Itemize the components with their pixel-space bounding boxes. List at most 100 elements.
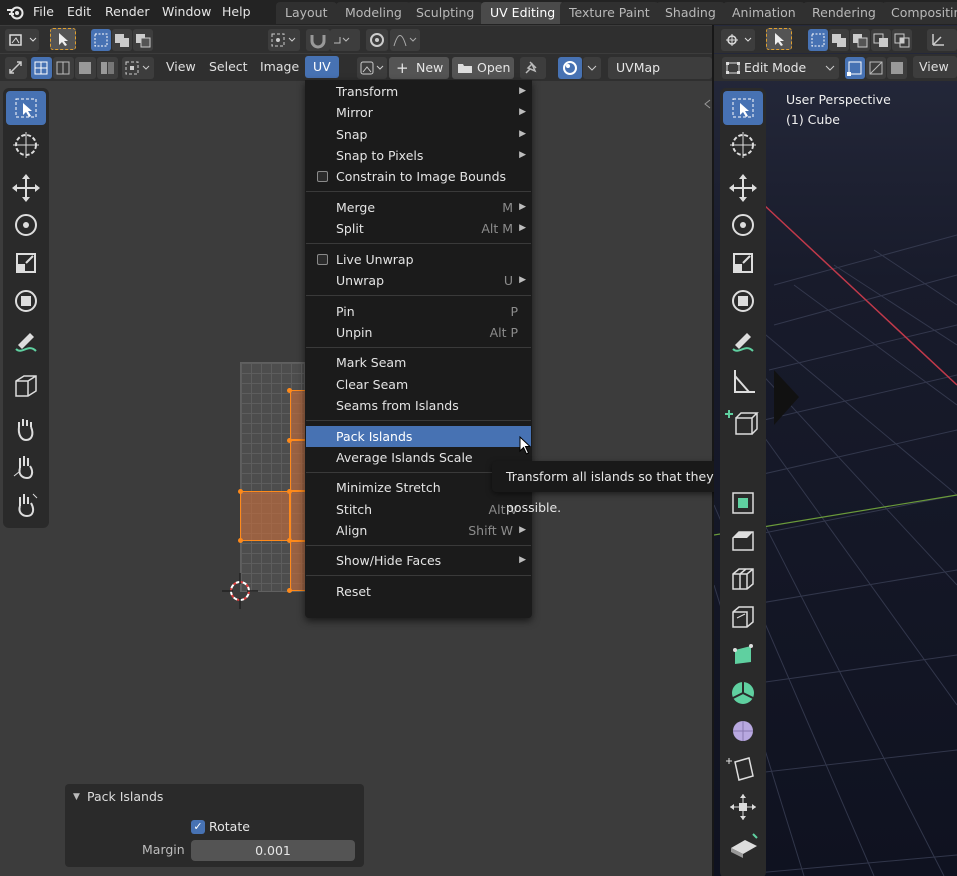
blender-logo-icon[interactable] <box>6 4 24 21</box>
loop-cut-icon[interactable] <box>723 562 763 596</box>
menu-item-pack-islands[interactable]: Pack Islands <box>306 426 531 447</box>
menu-uv[interactable]: UV <box>305 56 339 78</box>
rotate-tool-icon[interactable] <box>6 208 46 242</box>
spin-icon[interactable] <box>723 676 763 710</box>
inset-faces-icon[interactable] <box>723 486 763 520</box>
transform-tool-icon[interactable] <box>6 284 46 318</box>
rip-region-tool-icon[interactable] <box>6 369 46 403</box>
snap-target-icon[interactable] <box>330 29 360 51</box>
2d-cursor-icon[interactable] <box>220 571 260 611</box>
mode-dropdown[interactable]: Edit Mode <box>722 57 839 79</box>
margin-field[interactable]: 0.001 <box>191 840 355 861</box>
viewport-select-extend-icon[interactable] <box>829 29 849 51</box>
uv-vertex[interactable] <box>287 489 292 494</box>
overlays-icon[interactable] <box>558 57 582 79</box>
add-cube-icon[interactable] <box>723 406 763 440</box>
uv-island-select-icon[interactable] <box>97 57 118 79</box>
sidebar-toggle-icon[interactable] <box>702 98 712 110</box>
tab-layout[interactable]: Layout <box>276 2 337 24</box>
viewport-move-icon[interactable] <box>723 171 763 205</box>
uv-vertex-select-icon[interactable] <box>31 57 52 79</box>
uv-face[interactable] <box>290 390 305 440</box>
viewport-menu-view[interactable]: View <box>913 56 957 78</box>
select-mode-subtract-icon[interactable] <box>133 29 153 51</box>
tab-uv-editing[interactable]: UV Editing <box>481 2 565 24</box>
rip-region-3d-icon[interactable] <box>723 828 763 862</box>
panel-header[interactable]: ▼ Pack Islands <box>65 784 364 810</box>
open-image-button[interactable]: Open <box>452 57 514 79</box>
measure-icon[interactable] <box>723 364 763 398</box>
rotate-checkbox[interactable]: ✓ Rotate <box>191 818 341 836</box>
menu-item-seams-from-islands[interactable]: Seams from Islands <box>306 395 531 416</box>
checkbox-icon[interactable] <box>317 254 328 265</box>
viewport-annotate-icon[interactable] <box>723 327 763 361</box>
uv-face[interactable] <box>290 491 305 541</box>
scale-tool-icon[interactable] <box>6 246 46 280</box>
menu-help[interactable]: Help <box>222 0 251 25</box>
smooth-icon[interactable] <box>723 714 763 748</box>
uv-vertex[interactable] <box>287 438 292 443</box>
image-browse-icon[interactable] <box>357 57 387 79</box>
tab-texture-paint[interactable]: Texture Paint <box>560 2 659 24</box>
menu-item-align[interactable]: Align Shift W ▶ <box>306 520 531 541</box>
pinch-tool-icon[interactable] <box>6 488 46 522</box>
uv-vertex[interactable] <box>287 388 292 393</box>
viewport-select-subtract-icon[interactable] <box>850 29 870 51</box>
uv-edge-select-icon[interactable] <box>53 57 74 79</box>
face-select-mode-icon[interactable] <box>887 57 907 79</box>
menu-item-live-unwrap[interactable]: Live Unwrap <box>306 249 531 270</box>
knife-icon[interactable] <box>723 600 763 634</box>
vertex-select-mode-icon[interactable] <box>845 57 865 79</box>
uv-face[interactable] <box>290 541 305 591</box>
viewport-transform-icon[interactable] <box>723 284 763 318</box>
relax-tool-icon[interactable] <box>6 450 46 484</box>
viewport-cursor-icon[interactable] <box>723 128 763 162</box>
tab-sculpting[interactable]: Sculpting <box>407 2 484 24</box>
menu-window[interactable]: Window <box>162 0 211 25</box>
menu-item-reset[interactable]: Reset <box>306 581 531 602</box>
uv-vertex[interactable] <box>287 538 292 543</box>
menu-item-merge[interactable]: Merge M ▶ <box>306 197 531 218</box>
menu-view[interactable]: View <box>161 56 201 78</box>
viewport-scale-icon[interactable] <box>723 246 763 280</box>
tab-shading[interactable]: Shading <box>656 2 725 24</box>
tab-rendering[interactable]: Rendering <box>803 2 885 24</box>
menu-item-unpin[interactable]: Unpin Alt P <box>306 322 531 343</box>
tab-modeling[interactable]: Modeling <box>336 2 411 24</box>
menu-item-show-hide-faces[interactable]: Show/Hide Faces ▶ <box>306 550 531 571</box>
tab-compositing[interactable]: Compositin <box>882 2 957 24</box>
snap-magnet-icon[interactable] <box>306 29 330 51</box>
menu-item-snap-to-pixels[interactable]: Snap to Pixels ▶ <box>306 145 531 166</box>
bevel-icon[interactable] <box>723 524 763 558</box>
pivot-point-icon[interactable] <box>268 29 300 51</box>
menu-item-constrain-to-image-bounds[interactable]: Constrain to Image Bounds <box>306 166 531 187</box>
poly-build-icon[interactable] <box>723 638 763 672</box>
viewport-select-difference-icon[interactable] <box>871 29 891 51</box>
viewport-select-box-icon[interactable] <box>723 91 763 125</box>
menu-item-clear-seam[interactable]: Clear Seam <box>306 374 531 395</box>
tab-animation[interactable]: Animation <box>723 2 805 24</box>
menu-item-split[interactable]: Split Alt M ▶ <box>306 218 531 239</box>
cursor-tool-icon[interactable] <box>6 128 46 162</box>
uvmap-field[interactable]: UVMap <box>608 57 712 79</box>
viewport-select-new-icon[interactable] <box>808 29 828 51</box>
select-box-tool-icon[interactable] <box>6 91 46 125</box>
viewport-editor-type-icon[interactable] <box>721 29 755 51</box>
sync-selection-icon[interactable] <box>5 57 27 79</box>
select-tool-icon[interactable] <box>50 28 76 50</box>
menu-select[interactable]: Select <box>204 56 253 78</box>
menu-image[interactable]: Image <box>255 56 304 78</box>
menu-item-mark-seam[interactable]: Mark Seam <box>306 352 531 373</box>
to-sphere-icon[interactable] <box>723 790 763 824</box>
viewport-select-intersect-icon[interactable] <box>892 29 912 51</box>
new-image-button[interactable]: + New <box>389 57 449 79</box>
transform-orientation-icon[interactable] <box>927 29 957 51</box>
menu-file[interactable]: File <box>33 0 54 25</box>
viewport-select-tool-icon[interactable] <box>766 28 792 50</box>
menu-item-transform[interactable]: Transform ▶ <box>306 81 531 102</box>
menu-render[interactable]: Render <box>105 0 150 25</box>
viewport-rotate-icon[interactable] <box>723 208 763 242</box>
checkbox-icon[interactable] <box>317 171 328 182</box>
sticky-selection-icon[interactable] <box>122 57 154 79</box>
menu-item-pin[interactable]: Pin P <box>306 301 531 322</box>
